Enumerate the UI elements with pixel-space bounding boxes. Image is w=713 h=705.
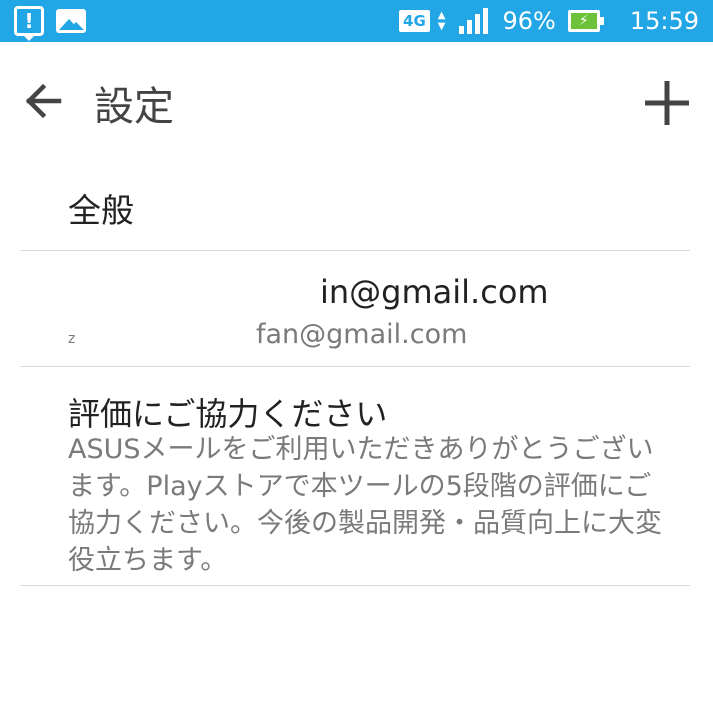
settings-item-account[interactable]: in@gmail.com z fan@gmail.com <box>20 251 690 367</box>
status-bar: ! 4G ▲ ▼ 96% ⚡ 15:59 <box>0 0 713 42</box>
plus-icon <box>645 81 689 125</box>
settings-list: 全般 in@gmail.com z fan@gmail.com 評価にご協力くだ… <box>20 160 690 586</box>
clock: 15:59 <box>629 7 699 35</box>
image-icon <box>56 9 86 33</box>
data-arrows-icon: ▲ ▼ <box>437 10 446 32</box>
battery-charging-icon: ⚡ <box>567 10 604 32</box>
signal-icon <box>459 8 489 34</box>
settings-item-rate[interactable]: 評価にご協力ください ASUSメールをご利用いただきありがとうございます。Pla… <box>20 367 690 586</box>
general-label: 全般 <box>68 191 134 230</box>
status-right: 4G ▲ ▼ 96% ⚡ 15:59 <box>399 0 699 42</box>
add-button[interactable] <box>640 76 694 130</box>
status-left: ! <box>14 5 86 41</box>
toolbar: 設定 <box>0 42 713 160</box>
settings-item-general[interactable]: 全般 <box>20 160 690 251</box>
notification-icon: ! <box>14 6 44 41</box>
battery-percent: 96% <box>502 7 556 35</box>
rate-description: ASUSメールをご利用いただきありがとうございます。Playストアで本ツールの5… <box>68 434 662 576</box>
account-mark: z <box>68 331 76 347</box>
rate-title: 評価にご協力ください <box>68 395 388 433</box>
page-title: 設定 <box>94 84 174 130</box>
account-subtitle: fan@gmail.com <box>256 319 468 350</box>
arrow-left-icon <box>25 83 62 119</box>
network-badge: 4G <box>399 10 430 32</box>
account-title: in@gmail.com <box>320 273 549 311</box>
back-button[interactable] <box>18 76 68 126</box>
